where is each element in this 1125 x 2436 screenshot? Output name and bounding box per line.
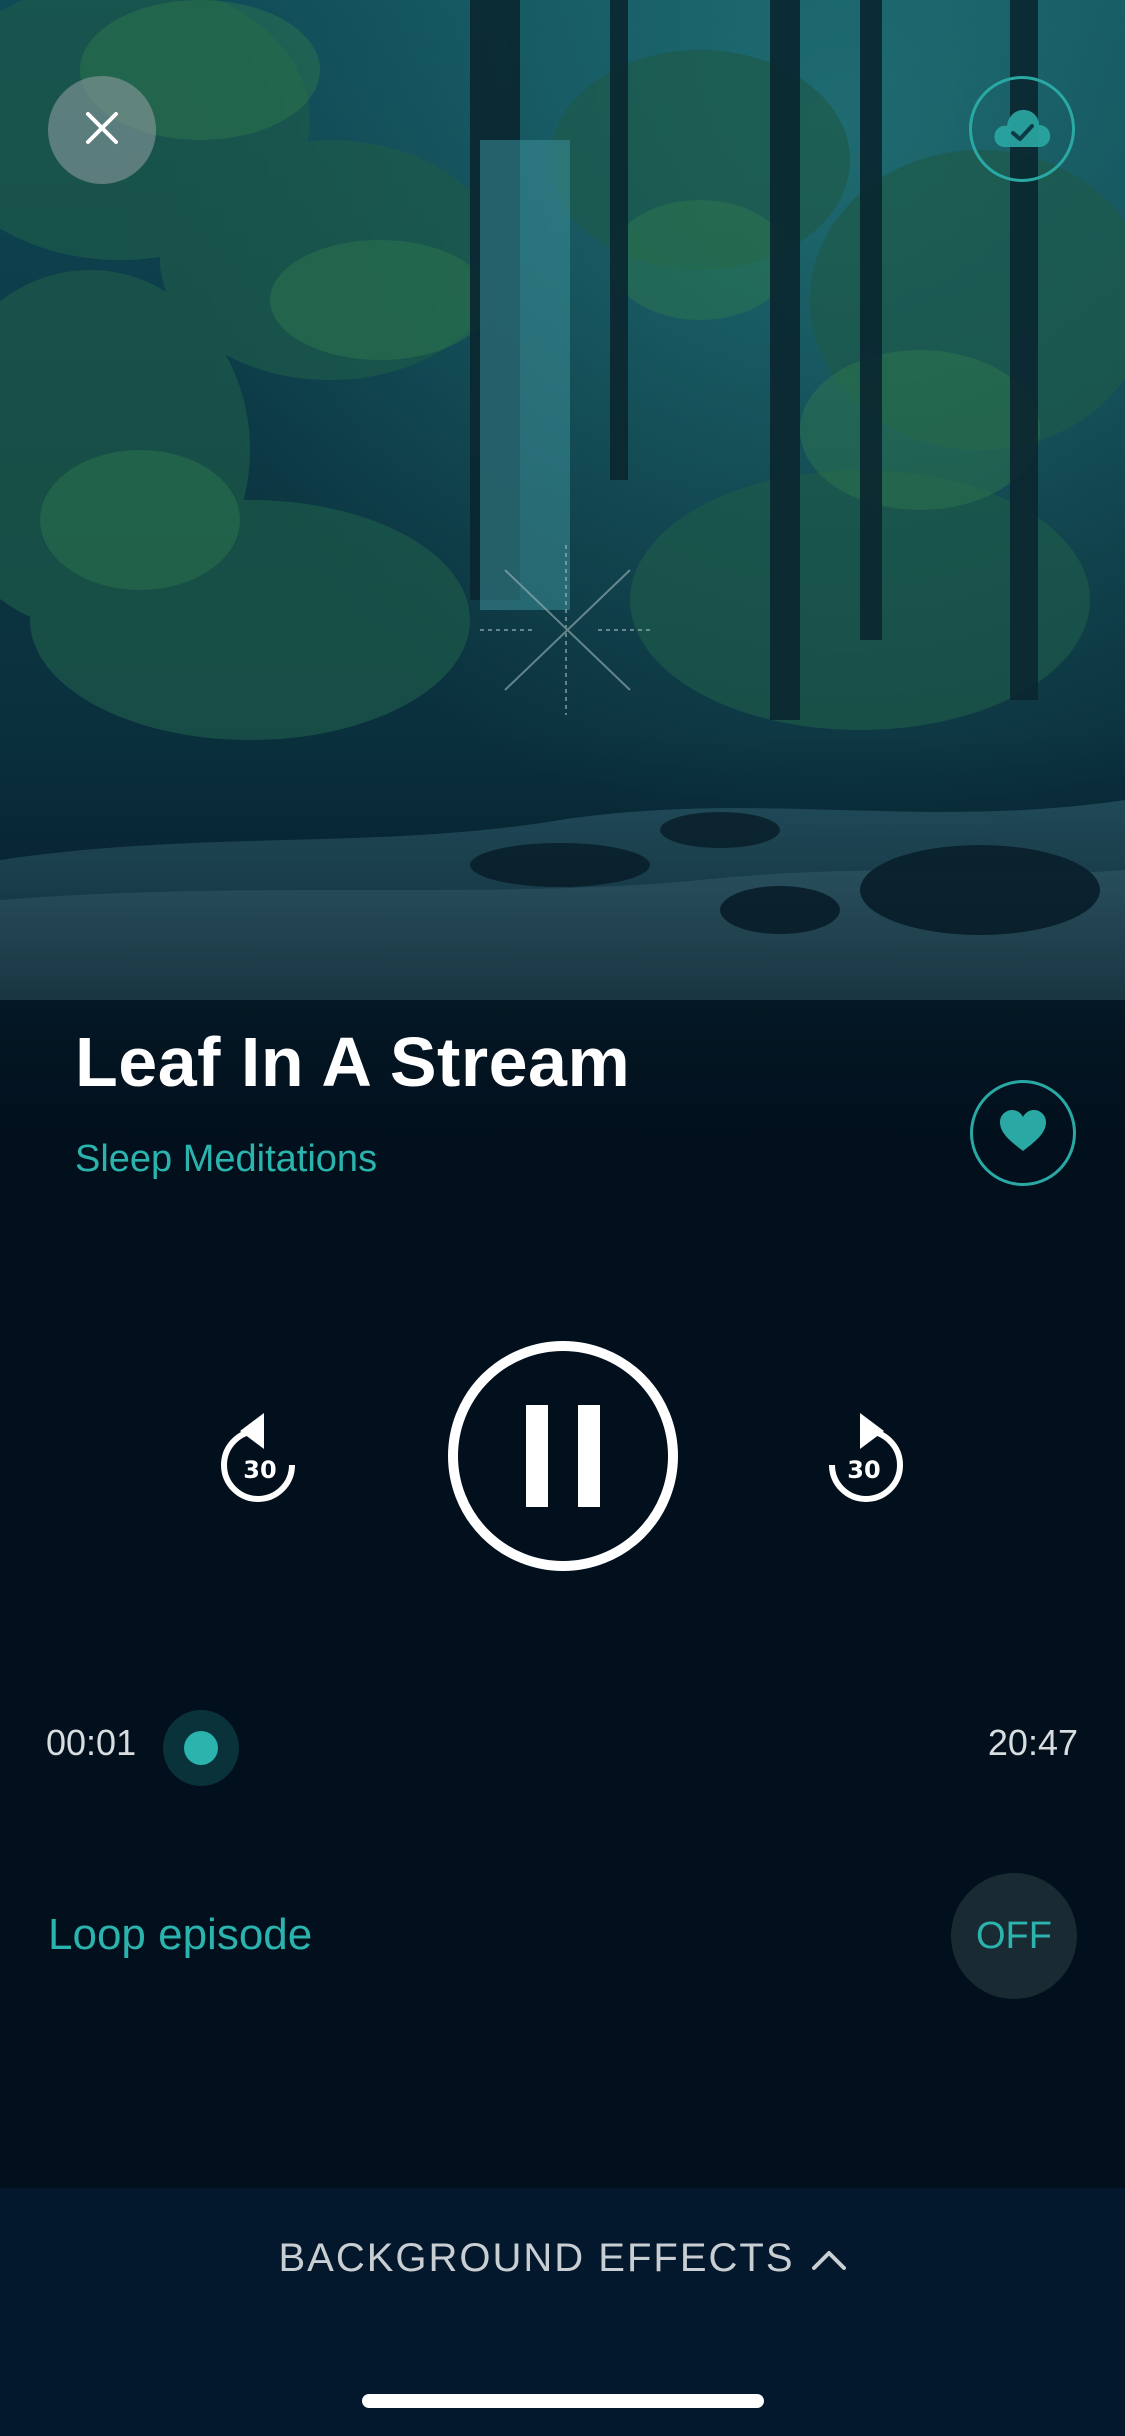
home-indicator[interactable] xyxy=(362,2394,764,2408)
cloud-check-icon xyxy=(991,105,1053,154)
pause-icon-bar-left xyxy=(526,1405,548,1507)
progress-track[interactable] xyxy=(200,1746,940,1750)
progress-scrubber[interactable] xyxy=(163,1710,239,1786)
rewind-seconds-label: 30 xyxy=(243,1456,276,1484)
loop-episode-label: Loop episode xyxy=(48,1910,313,1959)
background-effects-button[interactable]: BACKGROUND EFFECTS xyxy=(0,2236,1125,2281)
forward-30-icon: 30 xyxy=(820,1409,904,1512)
favorite-button[interactable] xyxy=(970,1080,1076,1186)
close-icon xyxy=(84,110,120,151)
loop-toggle-button[interactable]: OFF xyxy=(951,1873,1077,1999)
episode-title: Leaf In A Stream xyxy=(75,1023,631,1101)
episode-category[interactable]: Sleep Meditations xyxy=(75,1138,377,1181)
pause-button[interactable] xyxy=(448,1341,678,1571)
background-effects-label: BACKGROUND EFFECTS xyxy=(278,2236,795,2280)
pause-icon-bar-right xyxy=(578,1405,600,1507)
elapsed-time: 00:01 xyxy=(46,1722,137,1763)
heart-icon xyxy=(998,1109,1048,1158)
download-status-button[interactable] xyxy=(969,76,1075,182)
rewind-30-button[interactable]: 30 xyxy=(202,1400,322,1520)
forward-seconds-label: 30 xyxy=(847,1456,880,1484)
chevron-up-icon xyxy=(811,2236,847,2281)
total-time: 20:47 xyxy=(987,1722,1078,1763)
close-button[interactable] xyxy=(48,76,156,184)
progress-scrubber-dot xyxy=(184,1731,218,1765)
forward-30-button[interactable]: 30 xyxy=(802,1400,922,1520)
rewind-30-icon: 30 xyxy=(220,1409,304,1512)
